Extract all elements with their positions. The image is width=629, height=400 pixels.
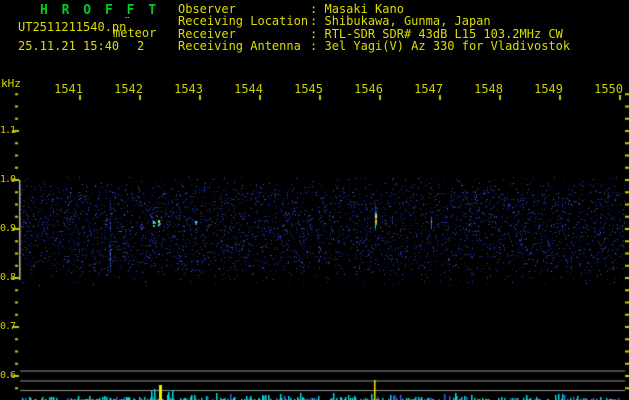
time-axis-label: 1542 — [114, 82, 143, 96]
time-axis-label: 1545 — [294, 82, 323, 96]
time-axis-label: 1548 — [474, 82, 503, 96]
time-axis-label: 1550 — [594, 82, 623, 96]
freq-axis-label: 0.8 — [0, 272, 16, 283]
spectrogram-canvas — [0, 0, 629, 400]
timestamp: 25.11.21 15:40 — [18, 39, 120, 53]
echo-counter: 2 — [137, 39, 145, 53]
time-axis-label: 1546 — [354, 82, 383, 96]
info-label: Receiving Antenna — [178, 39, 301, 54]
time-axis-label: 1541 — [54, 82, 83, 96]
app-title: H R O F F T — [40, 3, 160, 18]
time-axis-label: 1547 — [414, 82, 443, 96]
hrofft-screen: H R O F F T UT2511211540.pn ¨ meteor 25.… — [0, 0, 629, 400]
time-axis-label: 1544 — [234, 82, 263, 96]
info-separator: : — [310, 39, 318, 54]
mode-label: meteor — [113, 26, 157, 40]
freq-axis-label: 0.7 — [0, 321, 16, 332]
freq-axis-label: 0.6 — [0, 370, 16, 381]
output-filename: UT2511211540.pn — [18, 20, 127, 34]
freq-axis-label: 1.1 — [0, 125, 16, 136]
freq-axis-label: 1.0 — [0, 174, 16, 185]
info-value: 3el Yagi(V) Az 330 for Vladivostok — [324, 39, 571, 54]
time-axis-label: 1543 — [174, 82, 203, 96]
station-info: Observer: Masaki Kano Receiving Location… — [178, 3, 570, 53]
info-label: Receiving Location — [178, 14, 309, 29]
info-row-antenna: Receiving Antenna: 3el Yagi(V) Az 330 fo… — [178, 39, 571, 54]
freq-axis-unit: kHz — [1, 77, 21, 90]
freq-axis-label: 0.9 — [0, 223, 16, 234]
time-axis-label: 1549 — [534, 82, 563, 96]
